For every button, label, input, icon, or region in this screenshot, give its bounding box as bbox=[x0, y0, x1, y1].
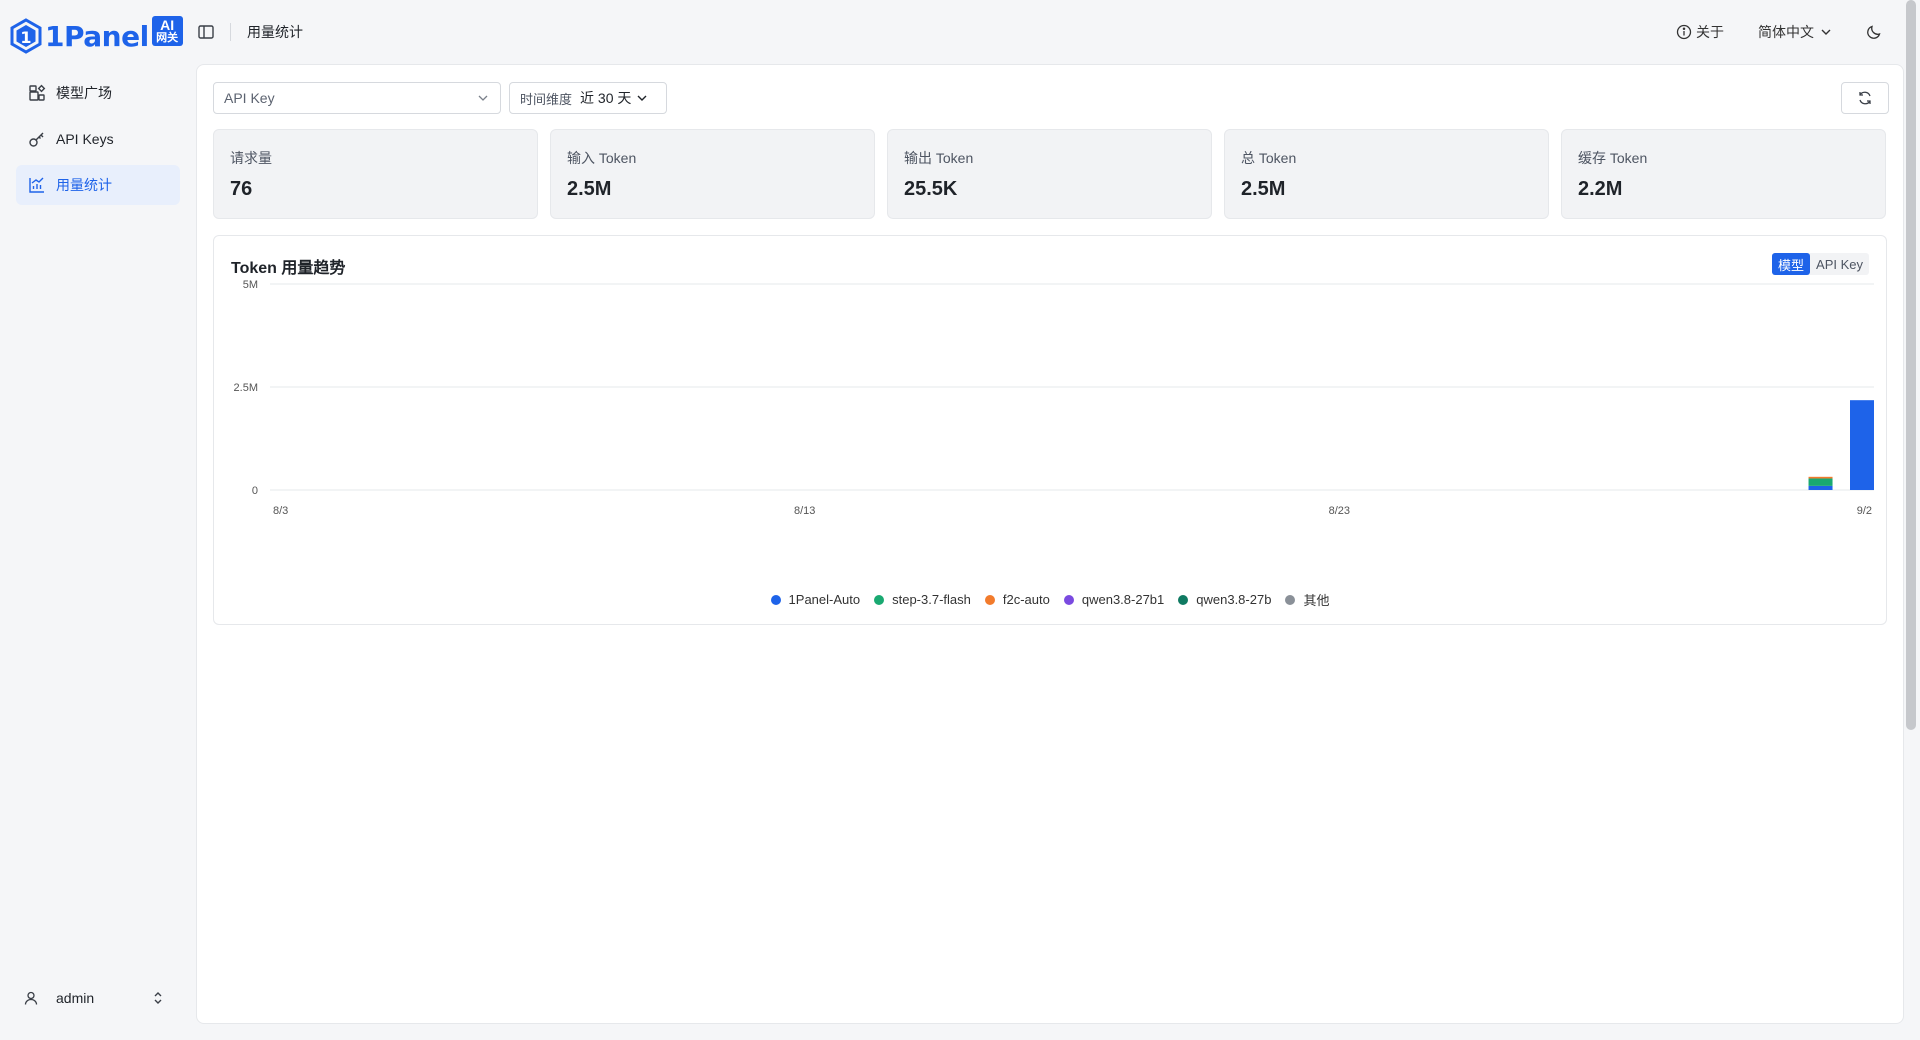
stat-title: 总 Token bbox=[1241, 150, 1297, 166]
language-label: 简体中文 bbox=[1758, 24, 1814, 40]
legend-swatch bbox=[1285, 594, 1296, 605]
toggle-api-key[interactable]: API Key bbox=[1810, 253, 1869, 275]
y-tick-label: 2.5M bbox=[234, 382, 258, 394]
chevron-down-icon bbox=[478, 95, 488, 101]
language-select[interactable]: 简体中文 bbox=[1758, 22, 1832, 42]
sidebar-item-usage-stats[interactable]: 用量统计 bbox=[16, 165, 180, 205]
x-tick-label: 8/13 bbox=[794, 505, 815, 517]
stat-value: 2.5M bbox=[567, 178, 612, 200]
legend-label: 1Panel-Auto bbox=[788, 592, 861, 607]
sidebar-item-model-square[interactable]: 模型广场 bbox=[16, 73, 180, 113]
stat-card-total-token: 总 Token 2.5M bbox=[1224, 129, 1549, 219]
x-tick-label: 8/23 bbox=[1329, 505, 1350, 517]
sidebar-item-label: API Keys bbox=[56, 131, 114, 147]
moon-icon bbox=[1867, 25, 1881, 39]
grid-icon bbox=[29, 84, 46, 101]
divider bbox=[230, 23, 231, 41]
brand-badge-bottom: 网关 bbox=[156, 32, 179, 44]
avatar bbox=[16, 983, 46, 1013]
stat-title: 缓存 Token bbox=[1578, 150, 1648, 166]
x-tick-label: 8/3 bbox=[273, 505, 288, 517]
stat-title: 输出 Token bbox=[904, 150, 974, 166]
stat-card-output-token: 输出 Token 25.5K bbox=[887, 129, 1212, 219]
legend-label: qwen3.8-27b bbox=[1196, 592, 1272, 607]
y-tick-label: 5M bbox=[243, 280, 258, 291]
main-panel: API Key 时间维度 近 30 天 请求量 76 输入 Token 2.5M… bbox=[196, 64, 1904, 1024]
sidebar-nav: 模型广场 API Keys 用量统计 bbox=[16, 73, 180, 211]
brand-badge: AI 网关 bbox=[151, 16, 183, 46]
sidebar: 1 1Panel AI 网关 模型广场 API Keys 用量统计 admin bbox=[0, 0, 196, 1040]
chart-title: Token 用量趋势 bbox=[231, 260, 346, 277]
sidebar-toggle-icon[interactable] bbox=[196, 22, 216, 42]
legend-item[interactable]: 其他 bbox=[1285, 590, 1329, 609]
brand-badge-top: AI bbox=[160, 17, 175, 33]
toggle-model[interactable]: 模型 bbox=[1772, 253, 1811, 275]
svg-text:1: 1 bbox=[20, 28, 31, 47]
time-range-value: 近 30 天 bbox=[580, 90, 632, 106]
api-key-select[interactable]: API Key bbox=[213, 82, 501, 114]
stat-title: 请求量 bbox=[230, 150, 272, 166]
stat-value: 2.2M bbox=[1578, 178, 1623, 200]
chevron-down-icon bbox=[637, 95, 647, 101]
sidebar-item-label: 模型广场 bbox=[56, 85, 112, 101]
legend-label: f2c-auto bbox=[1002, 592, 1050, 607]
top-bar: 用量统计 关于 简体中文 bbox=[196, 0, 1900, 64]
stat-card-requests: 请求量 76 bbox=[213, 129, 538, 219]
x-tick-label: 9/2 bbox=[1857, 505, 1872, 517]
time-range-label: 时间维度 bbox=[520, 91, 573, 107]
key-icon bbox=[29, 132, 44, 147]
sidebar-item-api-keys[interactable]: API Keys bbox=[16, 119, 180, 159]
legend-swatch bbox=[1063, 594, 1074, 605]
logo-icon: 1 bbox=[10, 18, 42, 54]
stats-row: 请求量 76 输入 Token 2.5M 输出 Token 25.5K 总 To… bbox=[213, 129, 1886, 219]
stat-card-cache-token: 缓存 Token 2.2M bbox=[1561, 129, 1886, 219]
legend-item[interactable]: qwen3.8-27b bbox=[1178, 590, 1271, 609]
stat-value: 76 bbox=[230, 178, 253, 200]
theme-toggle[interactable] bbox=[1866, 24, 1882, 40]
legend-item[interactable]: qwen3.8-27b1 bbox=[1063, 590, 1165, 609]
user-icon bbox=[24, 991, 38, 1005]
legend-item[interactable]: step-3.7-flash bbox=[874, 590, 971, 609]
time-range-select[interactable]: 时间维度 近 30 天 bbox=[509, 82, 667, 114]
refresh-button[interactable] bbox=[1841, 82, 1889, 114]
scrollbar[interactable] bbox=[1906, 0, 1916, 730]
token-trend-chart: 0 2.5M 5M 8/3 8/13 8/23 9/2 bbox=[234, 280, 1874, 517]
legend-swatch bbox=[770, 594, 781, 605]
bar-f2c-auto[interactable] bbox=[1808, 476, 1833, 479]
brand-logo[interactable]: 1 1Panel AI 网关 bbox=[10, 14, 183, 58]
stat-value: 25.5K bbox=[904, 178, 958, 200]
top-actions: 关于 简体中文 bbox=[1642, 22, 1882, 42]
bar-1Panel-Auto[interactable] bbox=[1808, 485, 1833, 490]
about-link[interactable]: 关于 bbox=[1676, 22, 1724, 42]
legend-swatch bbox=[984, 594, 995, 605]
sidebar-item-label: 用量统计 bbox=[56, 177, 112, 193]
brand-name: 1Panel bbox=[45, 19, 149, 53]
legend-label: step-3.7-flash bbox=[892, 592, 971, 607]
api-key-select-placeholder: API Key bbox=[224, 90, 275, 106]
token-trend-card: Token 用量趋势 模型 API Key 0 2.5M 5M 8/3 8/13 8/23… bbox=[213, 235, 1887, 625]
bar-1Panel-Auto[interactable] bbox=[1850, 400, 1874, 490]
info-icon bbox=[1676, 24, 1692, 40]
legend-label: 其他 bbox=[1303, 593, 1330, 608]
breadcrumb: 用量统计 bbox=[247, 24, 303, 40]
legend-label: qwen3.8-27b1 bbox=[1081, 592, 1165, 607]
stat-title: 输入 Token bbox=[567, 150, 637, 166]
user-menu[interactable]: admin bbox=[16, 980, 166, 1016]
user-name: admin bbox=[56, 990, 95, 1006]
legend-swatch bbox=[1178, 594, 1189, 605]
legend-item[interactable]: 1Panel-Auto bbox=[770, 590, 861, 609]
chart-icon bbox=[29, 177, 44, 193]
stat-card-input-token: 输入 Token 2.5M bbox=[550, 129, 875, 219]
y-tick-label: 0 bbox=[252, 485, 258, 497]
stat-value: 2.5M bbox=[1241, 178, 1286, 200]
bar-step-3.7-flash[interactable] bbox=[1808, 478, 1833, 486]
chart-group-toggle: 模型 API Key bbox=[1772, 253, 1869, 275]
chart-legend: 1Panel-Auto step-3.7-flash f2c-auto qwen3.8… bbox=[214, 590, 1886, 609]
legend-item[interactable]: f2c-auto bbox=[984, 590, 1050, 609]
chevron-down-icon bbox=[1821, 29, 1831, 35]
chevron-up-down-icon bbox=[154, 992, 162, 1004]
about-label: 关于 bbox=[1696, 24, 1724, 40]
legend-swatch bbox=[874, 594, 885, 605]
refresh-icon bbox=[1859, 91, 1871, 105]
